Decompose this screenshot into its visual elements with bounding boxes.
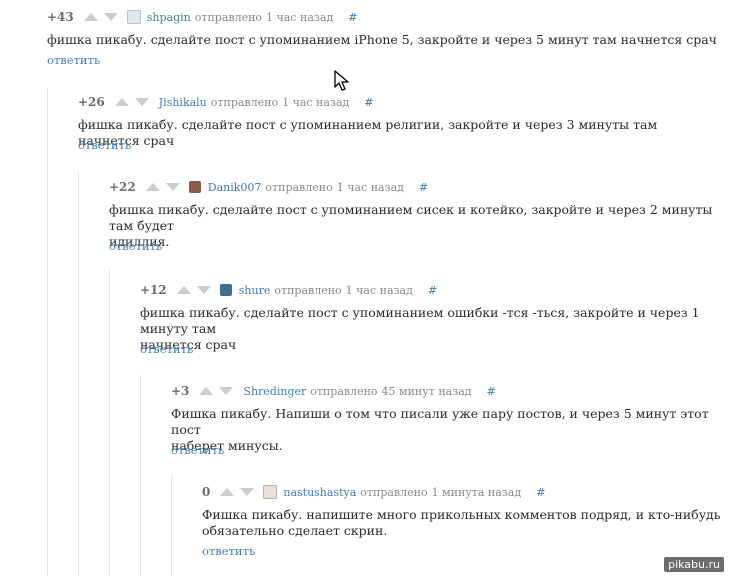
comment-permalink[interactable]: # xyxy=(428,284,437,297)
sent-label: отправлено xyxy=(210,95,279,109)
comment-meta: +12 shure отправлено 1 час назад # xyxy=(140,282,437,298)
comment-score: +26 xyxy=(78,95,105,109)
comment-time: 1 час назад xyxy=(345,283,413,297)
comment-author-link[interactable]: Shredinger xyxy=(243,385,306,398)
comment-author-link[interactable]: nastushastya xyxy=(283,486,356,499)
comment-permalink[interactable]: # xyxy=(419,181,428,194)
comment-meta: +43 shpagin отправлено 1 час назад # xyxy=(47,9,357,25)
upvote-arrow-icon[interactable] xyxy=(199,387,214,395)
comment-author-link[interactable]: shpagin xyxy=(147,11,191,24)
downvote-arrow-icon[interactable] xyxy=(134,98,149,106)
reply-link[interactable]: ответить xyxy=(171,443,224,457)
sent-label: отправлено xyxy=(194,10,263,24)
comment-score: +3 xyxy=(171,384,190,398)
sent-label: отправлено xyxy=(360,485,428,499)
thread-line xyxy=(140,375,141,576)
sent-label: отправлено xyxy=(310,384,378,398)
comment-author-link[interactable]: Jishikalu xyxy=(159,96,207,109)
comment-permalink[interactable]: # xyxy=(536,486,545,499)
comment-text: фишка пикабу. сделайте пост с упоминание… xyxy=(140,305,720,353)
upvote-arrow-icon[interactable] xyxy=(145,183,160,191)
comment-text: фишка пикабу. сделайте пост с упоминание… xyxy=(47,32,717,47)
comment-score: +43 xyxy=(47,10,74,24)
comment-text-line: фишка пикабу. сделайте пост с упоминание… xyxy=(109,202,713,233)
watermark: pikabu.ru xyxy=(664,557,724,572)
thread-line xyxy=(78,172,79,576)
downvote-arrow-icon[interactable] xyxy=(165,183,180,191)
comment-text-line: Фишка пикабу. Напиши о том что писали уж… xyxy=(171,406,709,437)
reply-link[interactable]: ответить xyxy=(109,239,162,253)
mouse-cursor-icon xyxy=(334,70,349,91)
comment-text-line: наберет минусы. xyxy=(171,438,283,453)
thread-line xyxy=(47,88,48,576)
downvote-arrow-icon[interactable] xyxy=(103,13,118,21)
comment-permalink[interactable]: # xyxy=(487,385,496,398)
reply-link[interactable]: ответить xyxy=(47,53,100,67)
comment-text: фишка пикабу. сделайте пост с упоминание… xyxy=(109,202,719,250)
comment-author-link[interactable]: shure xyxy=(239,284,271,297)
sent-label: отправлено xyxy=(274,283,342,297)
comment-permalink[interactable]: # xyxy=(364,96,373,109)
comment-score: +12 xyxy=(140,283,167,297)
reply-link[interactable]: ответить xyxy=(140,342,193,356)
sent-label: отправлено xyxy=(265,180,333,194)
comment-time: 1 час назад xyxy=(266,10,334,24)
comment-text: Фишка пикабу. напишите много прикольных … xyxy=(202,507,721,539)
comment-text-line: идиллия. xyxy=(109,234,170,249)
comment-text-line: обязательно сделает скрин. xyxy=(202,523,388,538)
upvote-arrow-icon[interactable] xyxy=(220,488,235,496)
upvote-arrow-icon[interactable] xyxy=(83,13,98,21)
upvote-arrow-icon[interactable] xyxy=(176,286,191,294)
comment-author-link[interactable]: Danik007 xyxy=(208,181,262,194)
comment-score: 0 xyxy=(202,485,211,499)
photo-avatar-icon xyxy=(219,284,232,296)
reply-link[interactable]: ответить xyxy=(202,544,255,558)
photo-avatar-icon xyxy=(188,181,201,193)
comment-time: 45 минут назад xyxy=(381,384,472,398)
comment-meta: +3 Shredinger отправлено 45 минут назад … xyxy=(171,383,496,399)
comment-meta: 0 nastushastya отправлено 1 минута назад… xyxy=(202,484,545,500)
downvote-arrow-icon[interactable] xyxy=(196,286,211,294)
comment-score: +22 xyxy=(109,180,136,194)
comment-text: Фишка пикабу. Напиши о том что писали уж… xyxy=(171,406,721,454)
comment-text-line: фишка пикабу. сделайте пост с упоминание… xyxy=(140,305,700,336)
upvote-arrow-icon[interactable] xyxy=(114,98,129,106)
comment-text-line: начнется срач xyxy=(140,337,237,352)
comment-time: 1 час назад xyxy=(336,180,404,194)
comment-permalink[interactable]: # xyxy=(348,11,357,24)
dog-avatar-icon xyxy=(263,485,278,499)
thread-line xyxy=(171,476,172,576)
comment-time: 1 минута назад xyxy=(431,485,522,499)
downvote-arrow-icon[interactable] xyxy=(240,488,255,496)
comment-meta: +26 Jishikalu отправлено 1 час назад # xyxy=(78,94,374,110)
sketch-avatar-icon xyxy=(126,10,141,24)
comment-time: 1 час назад xyxy=(282,95,350,109)
comment-meta: +22 Danik007 отправлено 1 час назад # xyxy=(109,179,428,195)
reply-link[interactable]: ответить xyxy=(78,138,131,152)
downvote-arrow-icon[interactable] xyxy=(219,387,234,395)
comment-text-line: Фишка пикабу. напишите много прикольных … xyxy=(202,507,721,522)
thread-line xyxy=(109,270,110,576)
comment-text: фишка пикабу. сделайте пост с упоминание… xyxy=(78,117,658,148)
